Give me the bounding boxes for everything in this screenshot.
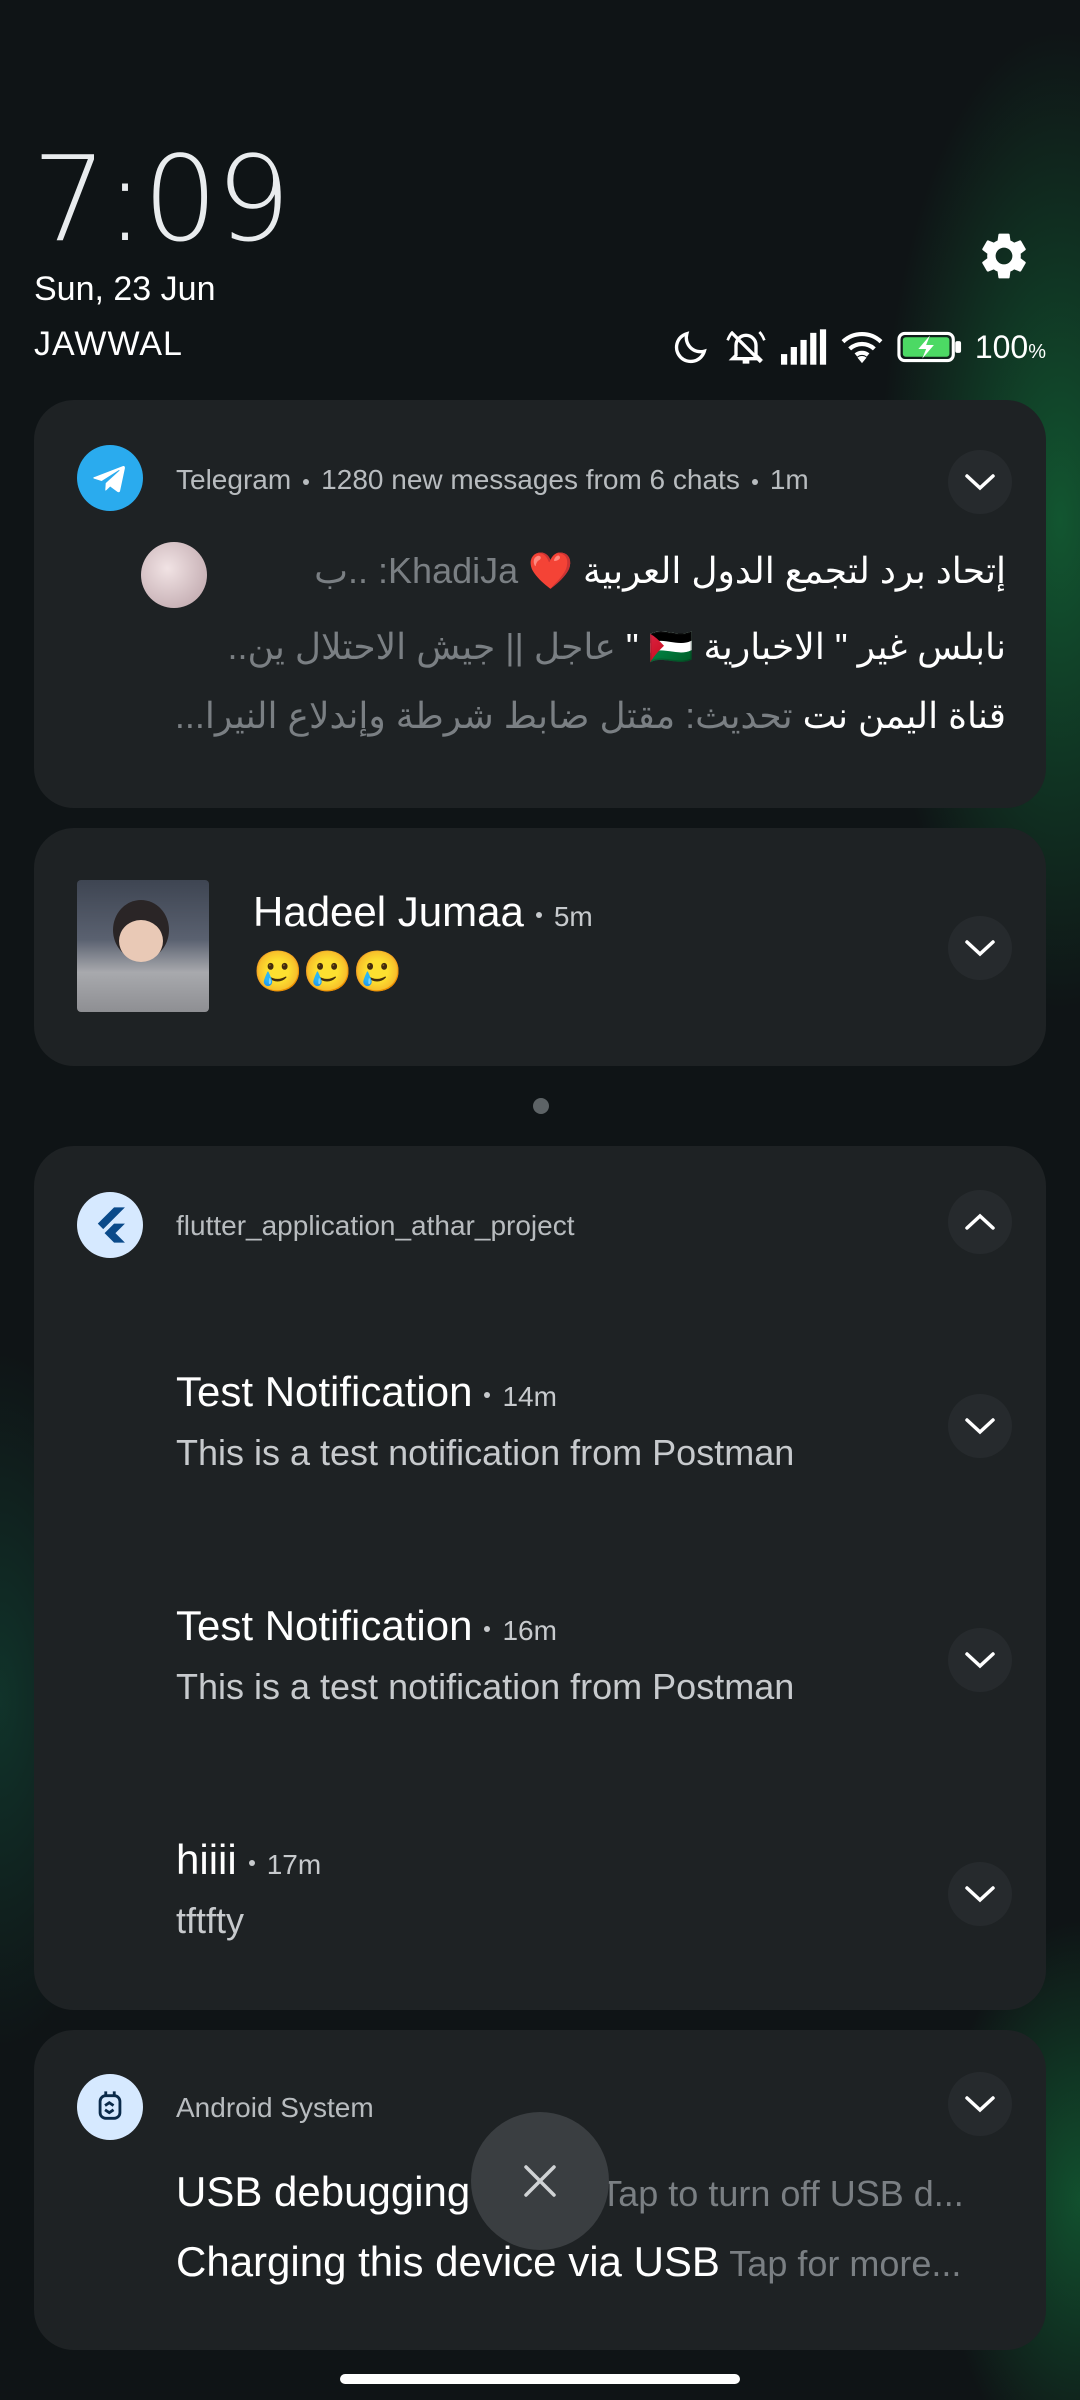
wifi-icon	[841, 331, 883, 364]
status-bar: 100%	[671, 322, 1046, 372]
contact-name: Hadeel Jumaa 5m	[253, 888, 593, 935]
photo-face	[119, 920, 163, 962]
close-icon	[524, 2165, 556, 2197]
page-indicator	[533, 1098, 549, 1114]
carrier-label: JAWWAL	[34, 325, 183, 363]
flutter-icon	[77, 1192, 143, 1258]
telegram-header: Telegram 1280 new messages from 6 chats 1m	[176, 464, 809, 495]
notification-title: Test Notification 14m	[176, 1368, 557, 1415]
notification-title: Test Notification 16m	[176, 1602, 557, 1649]
notification-title: hiiii 17m	[176, 1836, 322, 1883]
chevron-down-icon[interactable]	[948, 2072, 1012, 2136]
notification-body: This is a test notification from Postman	[176, 1666, 795, 1707]
contact-photo	[77, 880, 209, 1012]
android-app-name: Android System	[176, 2092, 374, 2123]
date-label[interactable]: Sun, 23 Jun	[34, 270, 215, 309]
silent-bell-icon	[726, 330, 766, 364]
telegram-icon	[77, 445, 143, 511]
gear-icon[interactable]	[976, 228, 1032, 284]
chevron-up-icon[interactable]	[948, 1190, 1012, 1254]
flutter-notification-group[interactable]: flutter_application_athar_project Test N…	[34, 1146, 1046, 2010]
notification-body: tftfty	[176, 1900, 245, 1941]
chevron-down-icon[interactable]	[948, 916, 1012, 980]
home-indicator[interactable]	[340, 2374, 740, 2384]
telegram-row-3[interactable]: قناة اليمن نت تحديث: مقتل ضابط شرطة وإند…	[174, 695, 1006, 737]
notification-body: This is a test notification from Postman	[176, 1432, 795, 1473]
message-text: 🥲🥲🥲	[253, 950, 403, 994]
signal-icon	[780, 329, 826, 365]
telegram-notification-card[interactable]: Telegram 1280 new messages from 6 chats 1m…	[34, 400, 1046, 808]
usb-charging-row[interactable]: Charging this device via USB Tap for mor…	[176, 2238, 1016, 2286]
clear-all-button[interactable]	[471, 2112, 609, 2250]
android-system-icon	[77, 2074, 143, 2140]
chevron-down-icon[interactable]	[948, 1628, 1012, 1692]
flutter-app-name: flutter_application_athar_project	[176, 1210, 575, 1241]
chevron-down-icon[interactable]	[948, 1394, 1012, 1458]
telegram-row-2[interactable]: نابلس غير " الاخبارية 🇵🇸 " عاجل || جيش ا…	[174, 626, 1006, 668]
chevron-down-icon[interactable]	[948, 450, 1012, 514]
battery-charging-icon	[897, 331, 961, 363]
avatar	[141, 542, 207, 608]
clock[interactable]: 7:09	[32, 130, 291, 268]
chevron-down-icon[interactable]	[948, 1862, 1012, 1926]
telegram-row-1[interactable]: إتحاد برد لتجمع الدول العربية ❤️ KhadiJa…	[246, 550, 1006, 592]
moon-icon	[674, 331, 707, 364]
message-notification-card[interactable]: Hadeel Jumaa 5m 🥲🥲🥲	[34, 828, 1046, 1066]
battery-percentage: 100%	[974, 328, 1046, 365]
